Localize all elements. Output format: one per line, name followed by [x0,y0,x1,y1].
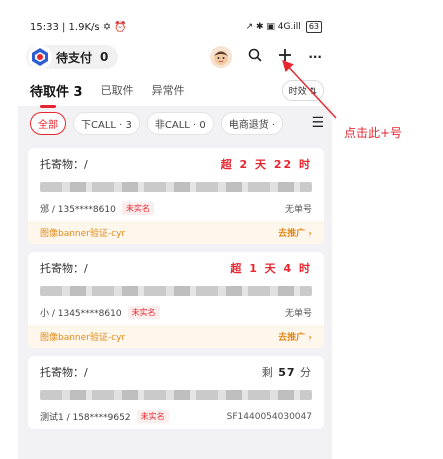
annotation-label: 点击此+号 [344,126,403,140]
annotation-arrow-icon [282,59,337,119]
